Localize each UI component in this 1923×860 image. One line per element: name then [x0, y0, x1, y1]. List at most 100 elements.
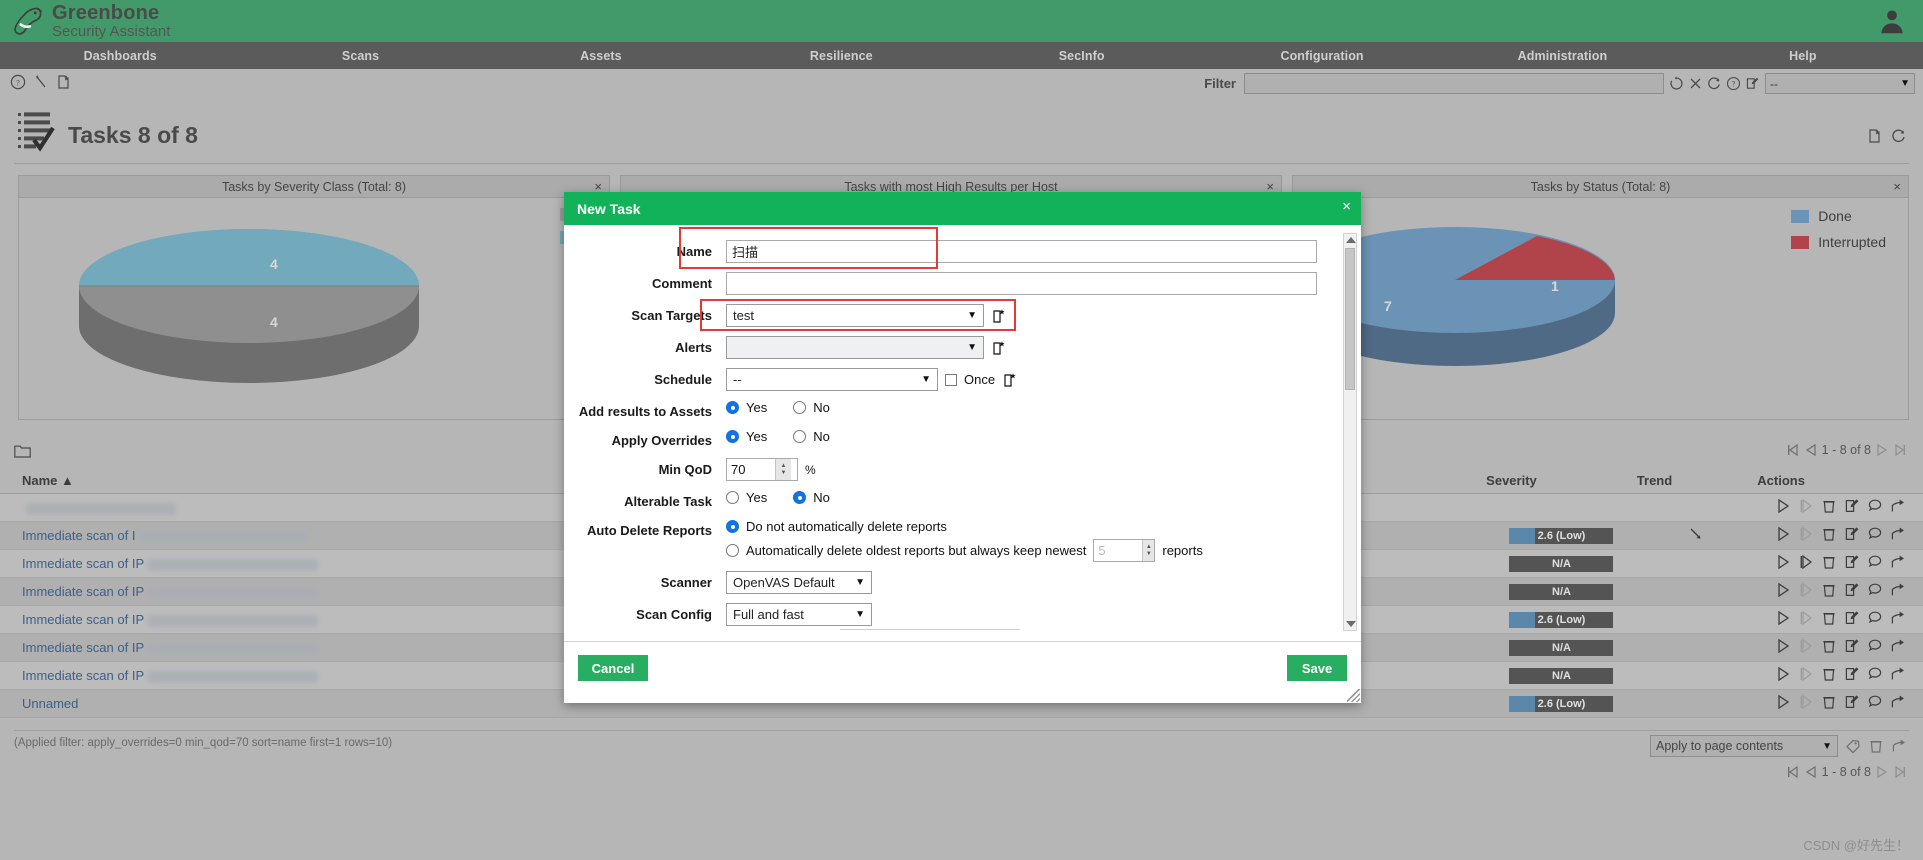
start-icon[interactable]	[1775, 666, 1791, 685]
last-page-icon[interactable]	[1893, 443, 1907, 457]
menu-item-dashboards[interactable]: Dashboards	[0, 49, 240, 63]
close-icon[interactable]: ×	[1893, 179, 1901, 195]
resume-icon[interactable]	[1798, 582, 1814, 601]
spinner-down-icon[interactable]: ▼	[781, 470, 787, 477]
export-icon[interactable]	[1890, 582, 1906, 601]
reset-filter-icon[interactable]	[1688, 76, 1703, 91]
alterable-yes-radio[interactable]	[726, 491, 739, 504]
update-filter-icon[interactable]	[1669, 76, 1684, 91]
dialog-scrollbar[interactable]	[1343, 233, 1357, 631]
export-icon[interactable]	[1890, 554, 1906, 573]
schedule-once-checkbox[interactable]	[945, 373, 957, 386]
edit-icon[interactable]	[1844, 638, 1860, 657]
brand-logo[interactable]: Greenbone Security Assistant	[0, 3, 170, 39]
resume-icon[interactable]	[1798, 638, 1814, 657]
min-qod-spinner-buttons[interactable]: ▲ ▼	[775, 459, 791, 480]
scan-targets-select[interactable]: test ▼	[726, 304, 984, 327]
edit-filter-icon[interactable]	[1745, 76, 1760, 91]
edit-icon[interactable]	[1844, 694, 1860, 713]
menu-item-resilience[interactable]: Resilience	[721, 49, 961, 63]
spinner-up-icon[interactable]: ▲	[781, 463, 787, 470]
auto-delete-keep-radio[interactable]	[726, 544, 739, 557]
legend-item-done[interactable]: Done	[1791, 208, 1886, 224]
scanner-select[interactable]: OpenVAS Default ▼	[726, 571, 872, 594]
menu-item-scans[interactable]: Scans	[240, 49, 480, 63]
dialog-resize-handle[interactable]	[1347, 689, 1360, 702]
delete-icon[interactable]	[1821, 610, 1837, 629]
scan-config-select[interactable]: Full and fast ▼	[726, 603, 872, 626]
refresh-icon[interactable]	[1707, 76, 1722, 91]
legend-item-interrupted[interactable]: Interrupted	[1791, 234, 1886, 250]
save-button[interactable]: Save	[1287, 655, 1347, 681]
edit-icon[interactable]	[1844, 666, 1860, 685]
task-name-link[interactable]: Immediate scan of IP	[22, 640, 144, 655]
previous-page-icon[interactable]	[1804, 765, 1818, 779]
alterable-no-radio[interactable]	[793, 491, 807, 504]
edit-icon[interactable]	[1844, 582, 1860, 601]
export-icon[interactable]	[1890, 666, 1906, 685]
edit-icon[interactable]	[1844, 554, 1860, 573]
edit-icon[interactable]	[1844, 498, 1860, 517]
clone-icon[interactable]	[1867, 554, 1883, 573]
start-icon[interactable]	[1775, 610, 1791, 629]
task-name-link[interactable]: Unnamed	[22, 696, 78, 711]
export-icon[interactable]	[1890, 694, 1906, 713]
new-alert-icon[interactable]	[991, 340, 1007, 356]
add-results-no-radio[interactable]	[793, 401, 807, 414]
trash-icon[interactable]	[1868, 738, 1884, 754]
column-header-severity[interactable]: Severity	[1486, 470, 1637, 494]
new-schedule-icon[interactable]	[1002, 372, 1018, 388]
delete-icon[interactable]	[1821, 526, 1837, 545]
new-task-icon[interactable]	[56, 74, 72, 90]
start-icon[interactable]	[1775, 526, 1791, 545]
first-page-icon[interactable]	[1786, 443, 1800, 457]
menu-item-assets[interactable]: Assets	[481, 49, 721, 63]
task-comment-input[interactable]	[726, 272, 1317, 295]
delete-icon[interactable]	[1821, 694, 1837, 713]
help-circle-icon[interactable]: ?	[1726, 76, 1741, 91]
folder-icon[interactable]	[14, 444, 31, 458]
schedule-select[interactable]: -- ▼	[726, 368, 938, 391]
edit-icon[interactable]	[1844, 526, 1860, 545]
start-icon[interactable]	[1775, 582, 1791, 601]
resume-icon[interactable]	[1798, 526, 1814, 545]
filter-preset-select[interactable]: -- ▼	[1765, 73, 1915, 94]
scroll-up-icon[interactable]	[1346, 237, 1356, 243]
export-icon[interactable]	[1867, 128, 1883, 144]
delete-icon[interactable]	[1821, 554, 1837, 573]
task-name-link[interactable]: Immediate scan of IP	[22, 556, 144, 571]
new-target-icon[interactable]	[991, 308, 1007, 324]
keep-spinner-buttons[interactable]: ▲ ▼	[1142, 540, 1155, 561]
resume-icon[interactable]	[1798, 610, 1814, 629]
clone-icon[interactable]	[1867, 526, 1883, 545]
menu-item-administration[interactable]: Administration	[1442, 49, 1682, 63]
task-name-link[interactable]: Immediate scan of I	[22, 528, 135, 543]
export-icon[interactable]	[1890, 526, 1906, 545]
previous-page-icon[interactable]	[1804, 443, 1818, 457]
filter-input[interactable]	[1244, 73, 1664, 94]
next-page-icon[interactable]	[1875, 443, 1889, 457]
resume-icon[interactable]	[1798, 694, 1814, 713]
clone-icon[interactable]	[1867, 498, 1883, 517]
spinner-up-icon[interactable]: ▲	[1146, 544, 1152, 551]
clone-icon[interactable]	[1867, 694, 1883, 713]
resume-icon[interactable]	[1798, 666, 1814, 685]
menu-item-configuration[interactable]: Configuration	[1202, 49, 1442, 63]
last-page-icon[interactable]	[1893, 765, 1907, 779]
auto-delete-keep-input[interactable]	[1094, 540, 1143, 561]
clone-icon[interactable]	[1867, 638, 1883, 657]
resume-icon[interactable]	[1798, 554, 1814, 573]
menu-item-help[interactable]: Help	[1683, 49, 1923, 63]
min-qod-input[interactable]	[727, 459, 775, 480]
refresh-icon[interactable]	[1891, 128, 1907, 144]
next-page-icon[interactable]	[1875, 765, 1889, 779]
start-icon[interactable]	[1775, 638, 1791, 657]
task-name-input[interactable]	[726, 240, 1317, 263]
export-icon[interactable]	[1891, 738, 1907, 754]
spinner-down-icon[interactable]: ▼	[1146, 551, 1152, 558]
menu-item-secinfo[interactable]: SecInfo	[962, 49, 1202, 63]
clone-icon[interactable]	[1867, 610, 1883, 629]
edit-icon[interactable]	[1844, 610, 1860, 629]
scroll-down-icon[interactable]	[1346, 621, 1356, 627]
scrollbar-thumb[interactable]	[1345, 248, 1355, 390]
